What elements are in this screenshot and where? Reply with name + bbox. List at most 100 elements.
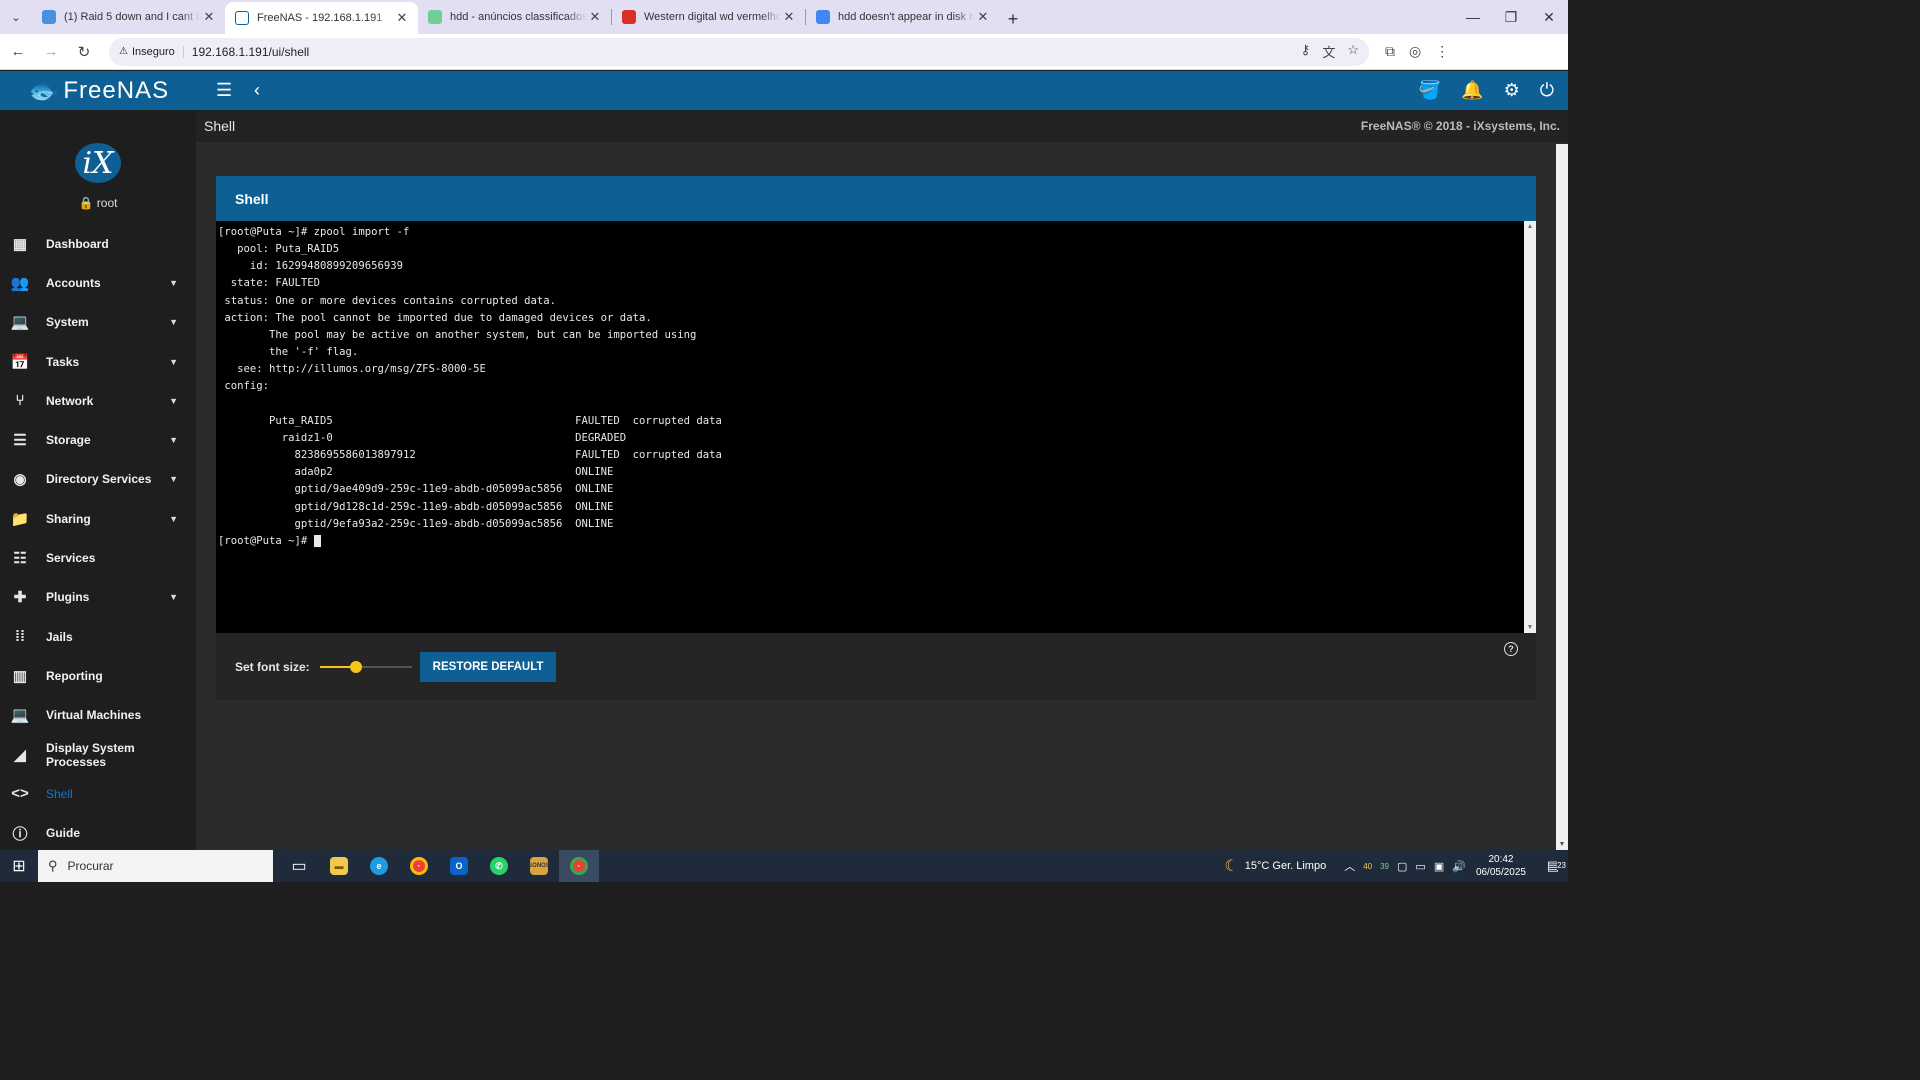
volume-icon[interactable]: 🔊 — [1452, 860, 1466, 873]
help-icon[interactable]: ? — [1504, 642, 1518, 656]
sidebar-item-display-system-processes[interactable]: ◢ Display System Processes — [0, 735, 196, 774]
sonos-icon[interactable]: SONOS — [519, 850, 559, 882]
sidebar-item-shell[interactable]: <> Shell — [0, 774, 196, 813]
caret-down-icon: ▼ — [169, 513, 178, 524]
tab-close-icon[interactable]: ✕ — [781, 9, 797, 25]
sidebar-item-label: Plugins — [46, 590, 90, 605]
clock[interactable]: 20:42 06/05/2025 — [1476, 853, 1526, 879]
tray-badge-2[interactable]: 39 — [1380, 862, 1389, 871]
tab-list: (1) Raid 5 down and I cant Import✕FreeNA… — [32, 2, 999, 34]
sidebar-item-accounts[interactable]: 👥 Accounts ▼ — [0, 263, 196, 302]
slider-thumb[interactable] — [350, 660, 363, 673]
tab-search-chevron-icon[interactable]: ⌄ — [0, 0, 32, 34]
tab-favicon-icon — [42, 10, 56, 24]
task-view-icon[interactable]: ▭ — [279, 850, 319, 882]
address-bar[interactable]: ⚠ Inseguro 192.168.1.191/ui/shell ⚷ 文 ☆ — [109, 37, 1369, 66]
sidebar-item-plugins[interactable]: ✚ Plugins ▼ — [0, 578, 196, 617]
power-icon[interactable]: ⏻ — [1540, 80, 1554, 101]
gear-icon[interactable]: ⚙ — [1504, 80, 1520, 101]
back-icon[interactable]: ← — [3, 37, 33, 67]
sidebar-item-reporting[interactable]: ▥ Reporting — [0, 656, 196, 695]
translate-icon[interactable]: 文 — [1322, 42, 1335, 61]
star-icon[interactable]: ☆ — [1347, 42, 1359, 61]
new-tab-button[interactable]: + — [999, 4, 1027, 34]
tab-close-icon[interactable]: ✕ — [587, 9, 603, 25]
font-size-slider[interactable] — [319, 660, 412, 674]
weather-text: 15°C Ger. Limpo — [1244, 860, 1327, 872]
lock-icon: 🔒 — [78, 196, 94, 210]
extensions-icon[interactable]: ⧉ — [1385, 43, 1395, 60]
sidebar-item-system[interactable]: 💻 System ▼ — [0, 303, 196, 342]
sidebar-item-label: Jails — [46, 629, 73, 644]
sidebar-item-guide[interactable]: ⓘ Guide — [0, 813, 196, 852]
page-scroll-down-icon[interactable]: ▼ — [1556, 841, 1568, 848]
terminal[interactable]: [root@Puta ~]# zpool import -f pool: Put… — [216, 221, 1536, 633]
browser-tab-2[interactable]: hdd - anúncios classificados | OLX✕ — [418, 2, 611, 32]
insecure-badge[interactable]: ⚠ Inseguro — [119, 45, 184, 58]
sidebar-item-sharing[interactable]: 📁 Sharing ▼ — [0, 499, 196, 538]
url-text[interactable]: 192.168.1.191/ui/shell — [192, 45, 1301, 59]
tab-close-icon[interactable]: ✕ — [975, 9, 991, 25]
browser-toolbar: ← → ↻ ⚠ Inseguro 192.168.1.191/ui/shell … — [0, 34, 1568, 70]
font-size-label: Set font size: — [235, 659, 310, 674]
sidebar-item-dashboard[interactable]: ▦ Dashboard — [0, 224, 196, 263]
user-label: 🔒 root — [0, 196, 196, 210]
chrome-icon[interactable]: · — [399, 850, 439, 882]
hamburger-menu-icon[interactable]: ☰ — [216, 80, 238, 101]
warning-icon: ⚠ — [119, 46, 128, 57]
notification-count: 23 — [1557, 861, 1566, 870]
page-scrollbar[interactable]: ▼ — [1556, 144, 1568, 850]
puzzle-icon: ✚ — [13, 589, 27, 607]
battery-icon[interactable]: ▭ — [1415, 860, 1425, 873]
weather-widget[interactable]: ☾ 15°C Ger. Limpo — [1224, 856, 1326, 876]
tray-badge-1[interactable]: 40 — [1363, 862, 1372, 871]
taskbar-search[interactable]: ⚲ Procurar — [38, 850, 273, 882]
browser-tab-3[interactable]: Western digital wd vermelho 1t ✕ — [612, 2, 805, 32]
scroll-down-icon[interactable]: ▼ — [1524, 624, 1536, 631]
tab-title: FreeNAS - 192.168.1.191 — [257, 12, 383, 24]
terminal-scrollbar[interactable]: ▲ ▼ — [1524, 221, 1536, 633]
folder-share-icon: 📁 — [10, 510, 30, 528]
sidebar-item-network[interactable]: ⑂ Network ▼ — [0, 381, 196, 420]
tab-close-icon[interactable]: ✕ — [394, 10, 410, 26]
tab-close-icon[interactable]: ✕ — [201, 9, 217, 25]
forward-icon[interactable]: → — [36, 37, 66, 67]
meet-icon[interactable]: ▢ — [1397, 860, 1407, 873]
tune-icon: ☷ — [13, 550, 27, 568]
sidebar-item-jails[interactable]: ⁞⁞ Jails — [0, 617, 196, 656]
edge-icon[interactable]: e — [359, 850, 399, 882]
collapse-chevron-icon[interactable]: ‹ — [254, 80, 260, 101]
network-tray-icon[interactable]: ▣ — [1434, 860, 1444, 873]
whatsapp-icon[interactable]: ✆ — [479, 850, 519, 882]
scroll-up-icon[interactable]: ▲ — [1524, 223, 1536, 230]
profile-icon[interactable]: ◎ — [1409, 43, 1421, 60]
bell-icon[interactable]: 🔔 — [1461, 80, 1483, 101]
browser-tab-0[interactable]: (1) Raid 5 down and I cant Import✕ — [32, 2, 225, 32]
sidebar-item-storage[interactable]: ☰ Storage ▼ — [0, 420, 196, 459]
theme-bucket-icon[interactable]: 🪣 — [1419, 80, 1441, 101]
chrome-profile-icon[interactable]: · — [559, 850, 599, 882]
menu-dots-icon[interactable]: ⋮ — [1435, 43, 1449, 60]
notification-center-icon[interactable]: ▤ 23 — [1538, 858, 1568, 874]
freenas-logo[interactable]: 🐟 FreeNAS — [0, 71, 196, 110]
sidebar-item-label: Storage — [46, 433, 91, 448]
windows-start-icon[interactable]: ⊞ — [0, 850, 38, 882]
browser-tab-4[interactable]: hdd doesn't appear in disk man✕ — [806, 2, 999, 32]
close-window-icon[interactable]: ✕ — [1530, 0, 1568, 34]
file-explorer-icon[interactable]: ▬ — [319, 850, 359, 882]
sidebar-item-virtual-machines[interactable]: 💻 Virtual Machines — [0, 696, 196, 735]
reload-icon[interactable]: ↻ — [69, 37, 99, 67]
sidebar-item-tasks[interactable]: 📅 Tasks ▼ — [0, 342, 196, 381]
tab-title: (1) Raid 5 down and I cant Import — [64, 11, 201, 23]
restore-icon[interactable]: ❐ — [1492, 0, 1530, 34]
minimize-icon[interactable]: — — [1454, 0, 1492, 34]
restore-default-button[interactable]: RESTORE DEFAULT — [419, 651, 557, 682]
key-icon[interactable]: ⚷ — [1301, 42, 1311, 61]
browser-tab-1[interactable]: FreeNAS - 192.168.1.191 ✕ — [225, 2, 418, 34]
outlook-icon[interactable]: O — [439, 850, 479, 882]
sidebar-item-services[interactable]: ☷ Services — [0, 538, 196, 577]
sidebar-item-label: Display System Processes — [46, 740, 135, 769]
tray-chevron-icon[interactable]: ︿ — [1344, 858, 1355, 874]
sidebar-item-directory-services[interactable]: ◉ Directory Services ▼ — [0, 460, 196, 499]
laptop-icon: 💻 — [10, 314, 30, 332]
